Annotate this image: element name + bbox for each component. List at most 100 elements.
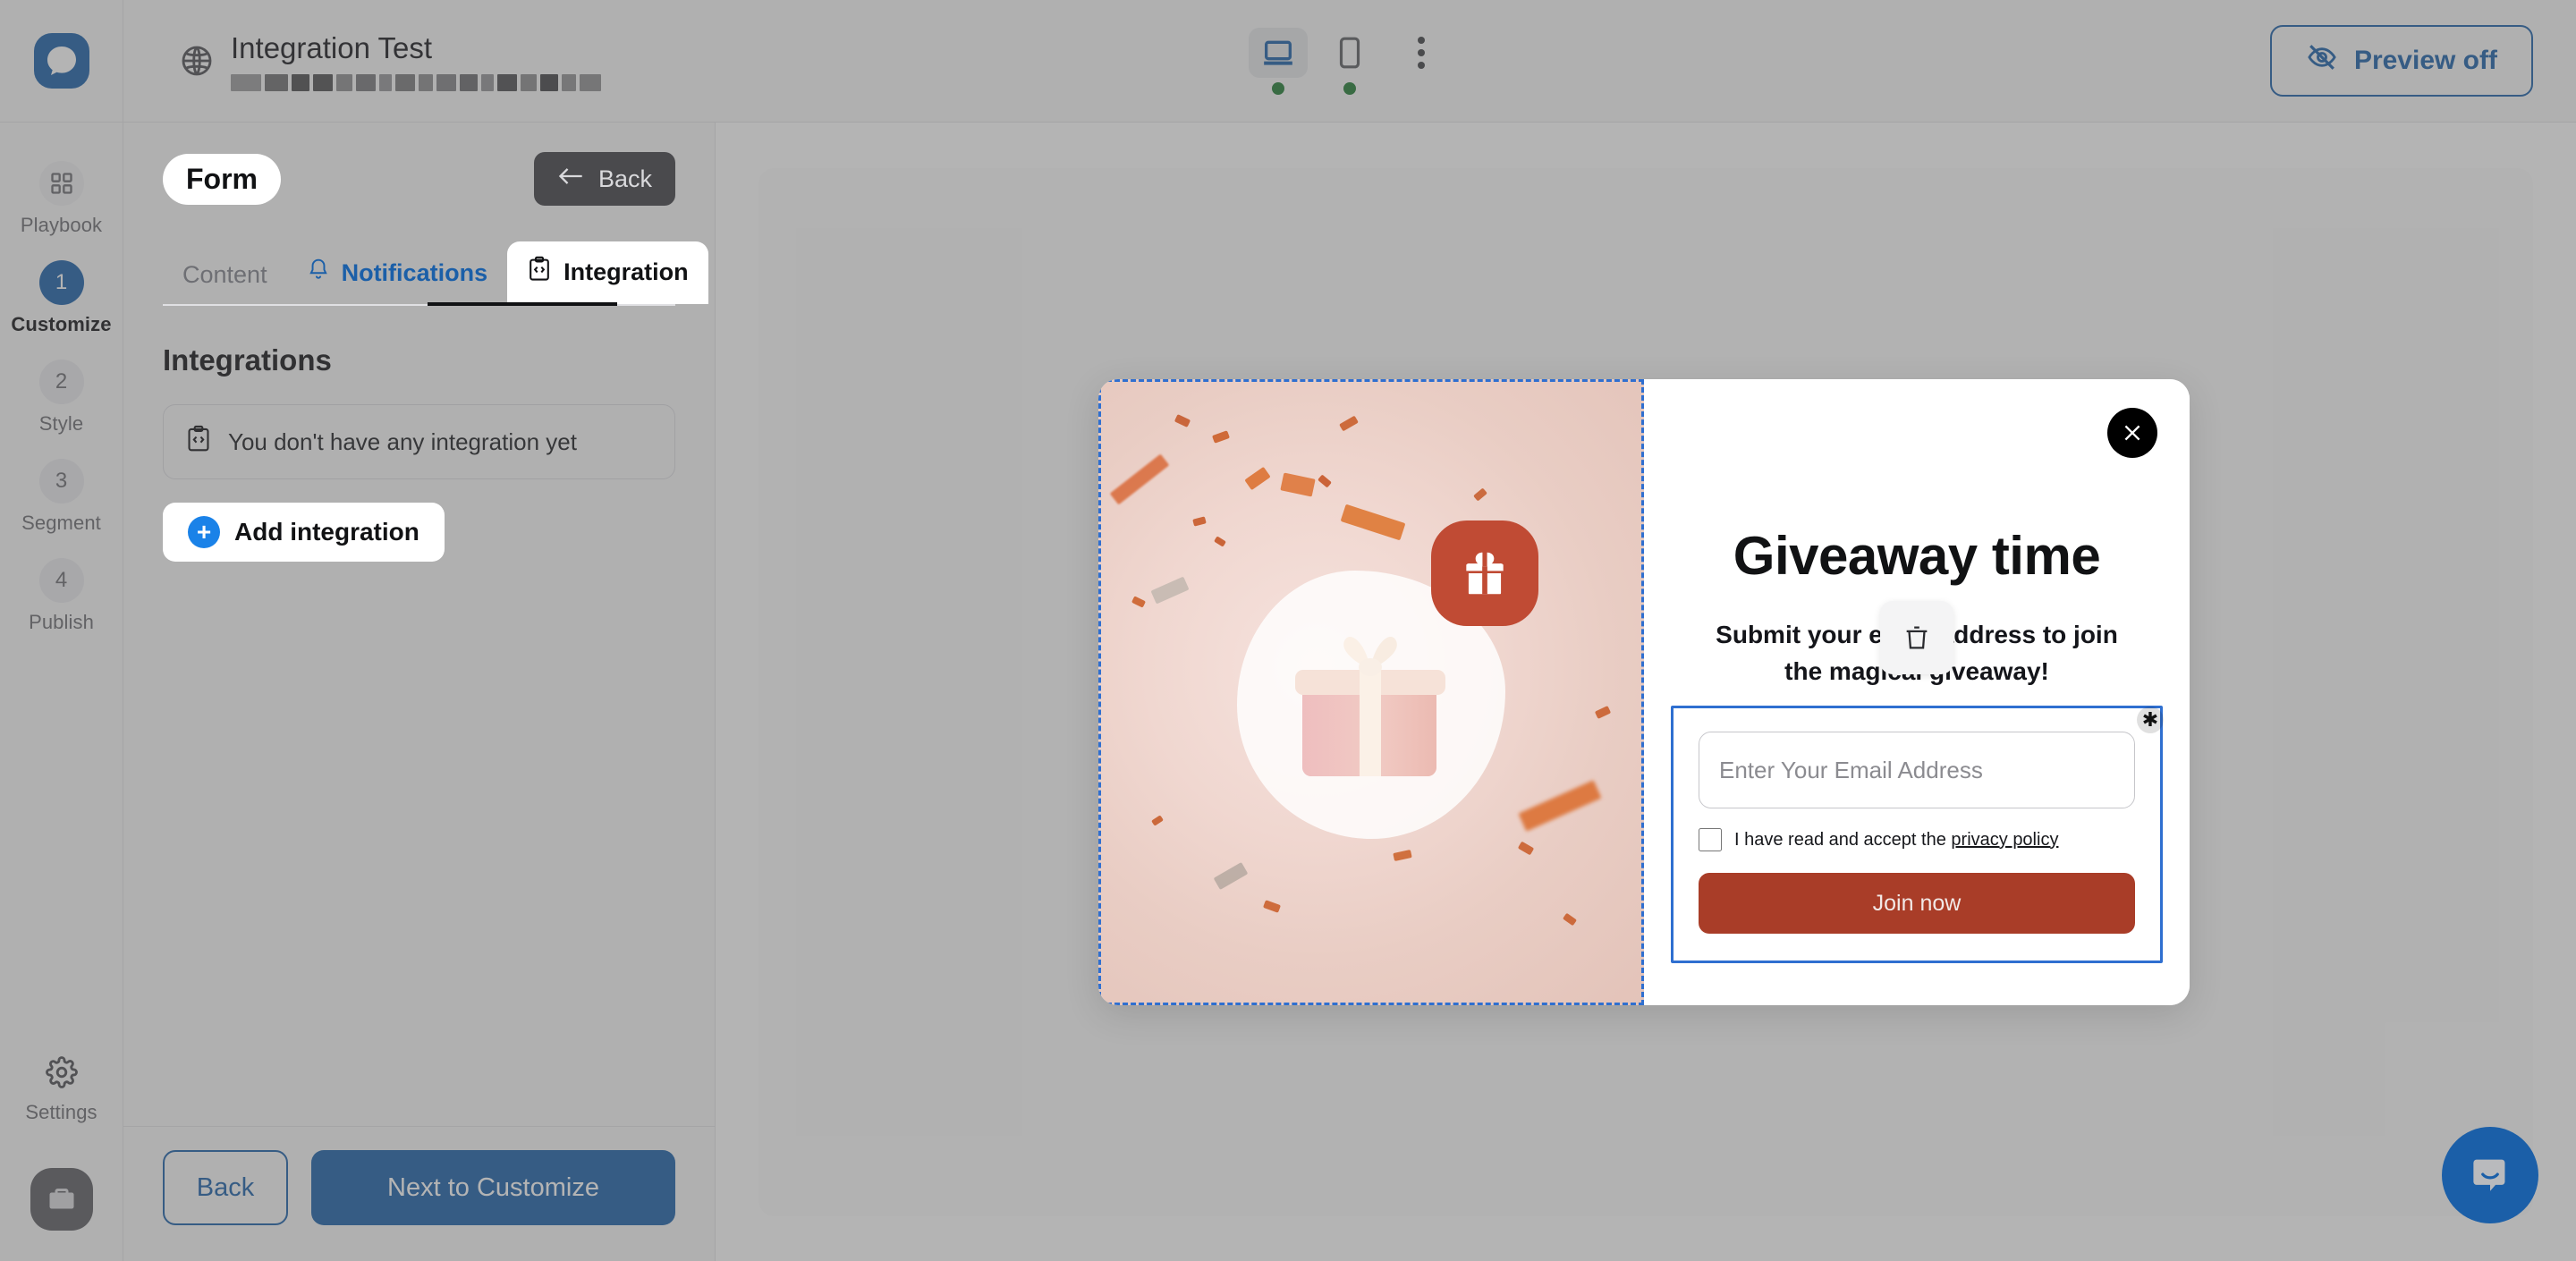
desktop-icon bbox=[1249, 27, 1308, 78]
app-root: Playbook 1 Customize 2 Style 3 Segment 4… bbox=[0, 0, 2576, 1261]
avatar[interactable] bbox=[30, 1168, 93, 1231]
sidebar-item-label: Style bbox=[38, 412, 84, 435]
bell-icon bbox=[307, 258, 330, 289]
add-integration-label: Add integration bbox=[234, 518, 419, 546]
next-to-customize-button[interactable]: Next to Customize bbox=[311, 1150, 675, 1225]
redacted-block bbox=[436, 74, 456, 91]
tab-label: Integration bbox=[564, 258, 689, 285]
integrations-empty-state: You don't have any integration yet bbox=[163, 404, 675, 479]
sidebar-item-settings[interactable]: Settings bbox=[0, 1045, 123, 1136]
preview-toggle-label: Preview off bbox=[2353, 46, 2497, 75]
trash-icon[interactable] bbox=[1880, 601, 1953, 674]
redacted-block bbox=[460, 74, 478, 91]
redacted-block bbox=[481, 74, 494, 91]
sidebar-item-label: Segment bbox=[21, 512, 101, 534]
more-vertical-icon[interactable] bbox=[1392, 28, 1451, 78]
device-switcher bbox=[1249, 27, 1451, 95]
panel-body: Integrations You don't have any integrat… bbox=[123, 306, 715, 562]
redacted-url bbox=[231, 74, 601, 91]
panel-header: Form Back bbox=[123, 123, 715, 206]
app-logo[interactable] bbox=[0, 0, 123, 123]
left-rail: Playbook 1 Customize 2 Style 3 Segment 4… bbox=[0, 0, 123, 1261]
redacted-block bbox=[562, 74, 576, 91]
tab-content[interactable]: Content bbox=[163, 247, 287, 304]
redacted-block bbox=[292, 74, 309, 91]
popup-form-selection[interactable]: ✱ I have read and accept the privacy pol… bbox=[1671, 706, 2164, 964]
redacted-block bbox=[379, 74, 392, 91]
rail-step-list: Playbook 1 Customize 2 Style 3 Segment 4… bbox=[0, 149, 123, 646]
globe-icon bbox=[179, 43, 215, 83]
sidebar-item-segment[interactable]: 3 Segment bbox=[0, 447, 123, 546]
redacted-block bbox=[265, 74, 288, 91]
redacted-block bbox=[336, 74, 352, 91]
sidebar-item-publish[interactable]: 4 Publish bbox=[0, 546, 123, 646]
sidebar-item-style[interactable]: 2 Style bbox=[0, 348, 123, 447]
arrow-left-icon bbox=[557, 165, 584, 193]
step-badge: 2 bbox=[38, 360, 84, 404]
redacted-block bbox=[231, 74, 261, 91]
redacted-block bbox=[580, 74, 601, 91]
join-now-button[interactable]: Join now bbox=[1699, 873, 2135, 935]
page-title: Integration Test bbox=[231, 31, 433, 64]
popup-heading: Giveaway time bbox=[1733, 526, 2101, 586]
sidebar-item-customize[interactable]: 1 Customize bbox=[0, 249, 123, 348]
gear-icon bbox=[45, 1056, 78, 1093]
code-clipboard-icon bbox=[185, 425, 212, 460]
add-integration-button[interactable]: + Add integration bbox=[163, 503, 445, 562]
panel-tabs: Content Notifications Integration bbox=[163, 241, 708, 306]
chat-bubble-logo-icon bbox=[33, 33, 89, 89]
redacted-block bbox=[313, 74, 333, 91]
back-button[interactable]: Back bbox=[163, 1150, 288, 1225]
device-desktop-button[interactable] bbox=[1249, 27, 1308, 95]
consent-label: I have read and accept the privacy polic… bbox=[1734, 830, 2058, 851]
sidebar-item-label: Playbook bbox=[20, 214, 103, 236]
plus-circle-icon: + bbox=[188, 516, 220, 548]
empty-state-text: You don't have any integration yet bbox=[228, 427, 577, 455]
tab-notifications[interactable]: Notifications bbox=[287, 243, 508, 304]
image-selection-outline bbox=[1098, 379, 1644, 1005]
top-bar-left: Integration Test bbox=[123, 30, 601, 91]
popup-content-block: Giveaway time Submit your email address … bbox=[1644, 379, 2190, 1005]
redacted-block bbox=[497, 74, 517, 91]
redacted-block bbox=[395, 74, 415, 91]
panel-type-pill: Form bbox=[163, 153, 281, 205]
top-bar: Integration Test Preview off bbox=[123, 0, 2576, 123]
edit-panel: Form Back Content Notifications Integrat… bbox=[123, 123, 716, 1261]
step-badge: 1 bbox=[38, 260, 84, 305]
close-icon[interactable] bbox=[2107, 408, 2157, 458]
sidebar-item-label: Settings bbox=[25, 1101, 97, 1123]
eye-off-icon bbox=[2306, 41, 2338, 80]
privacy-policy-link[interactable]: privacy policy bbox=[1951, 830, 2058, 850]
consent-checkbox-row[interactable]: I have read and accept the privacy polic… bbox=[1699, 828, 2135, 852]
top-bar-titles: Integration Test bbox=[231, 30, 601, 91]
code-clipboard-icon bbox=[527, 256, 552, 289]
panel-footer: Back Next to Customize bbox=[123, 1126, 715, 1261]
popup-preview: Giveaway time Submit your email address … bbox=[1098, 379, 2190, 1005]
chat-bubble-icon[interactable] bbox=[2442, 1127, 2538, 1223]
step-badge: 4 bbox=[38, 558, 84, 603]
section-title: Integrations bbox=[163, 343, 332, 377]
device-mobile-button[interactable] bbox=[1320, 28, 1379, 95]
panel-back-label: Back bbox=[597, 165, 652, 192]
sidebar-item-playbook[interactable]: Playbook bbox=[0, 149, 123, 249]
tab-label: Notifications bbox=[341, 259, 488, 286]
status-dot bbox=[1343, 81, 1356, 95]
consent-checkbox[interactable] bbox=[1699, 828, 1722, 852]
required-marker: ✱ bbox=[2137, 707, 2164, 734]
email-field[interactable] bbox=[1699, 732, 2135, 809]
sidebar-item-label: Customize bbox=[11, 313, 112, 335]
sidebar-item-label: Publish bbox=[29, 611, 94, 633]
redacted-block bbox=[419, 74, 433, 91]
rail-bottom: Settings bbox=[0, 1045, 123, 1261]
panel-back-chip[interactable]: Back bbox=[533, 152, 675, 206]
grid-icon bbox=[38, 161, 84, 206]
active-tab-underline bbox=[428, 302, 617, 306]
status-dot bbox=[1272, 81, 1284, 95]
step-badge: 3 bbox=[38, 459, 84, 504]
redacted-block bbox=[521, 74, 537, 91]
tab-integration[interactable]: Integration bbox=[507, 241, 708, 304]
redacted-block bbox=[540, 74, 558, 91]
popup-image-block[interactable] bbox=[1098, 379, 1644, 1005]
preview-toggle-button[interactable]: Preview off bbox=[2269, 25, 2533, 97]
mobile-icon bbox=[1320, 28, 1379, 78]
